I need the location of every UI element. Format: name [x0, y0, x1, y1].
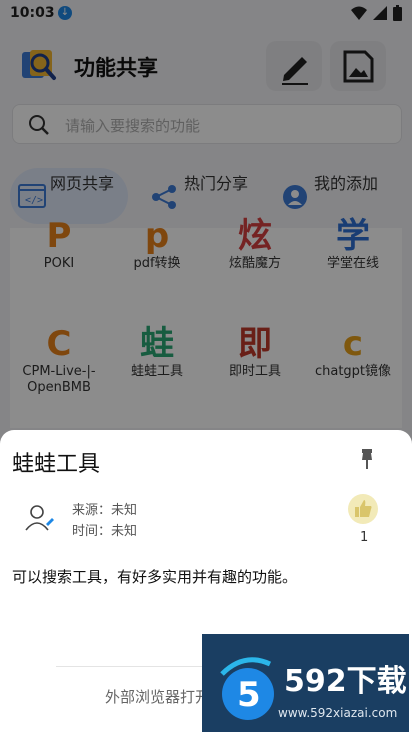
watermark: 5 592下载 www.592xiazai.com [202, 634, 409, 732]
svg-text:5: 5 [237, 675, 261, 715]
open-in-browser-button[interactable]: 外部浏览器打开 [105, 686, 210, 707]
watermark-url: www.592xiazai.com [278, 706, 398, 720]
source-label: 来源：未知 [72, 503, 138, 518]
watermark-logo-icon: 5 [220, 657, 274, 720]
meta-info: 来源：未知 时间：未知 [72, 500, 137, 542]
time-label: 时间：未知 [72, 524, 138, 539]
watermark-brand: 592下载 [284, 664, 407, 699]
dialog-title: 蛙蛙工具 [12, 452, 101, 477]
dialog-description: 可以搜索工具，有好多实用并有趣的功能。 [12, 568, 298, 586]
pin-icon[interactable] [360, 448, 374, 470]
like-count: 1 [360, 530, 369, 545]
thumbs-up-icon [355, 500, 372, 517]
like-button[interactable] [348, 494, 378, 524]
user-avatar-icon [25, 505, 54, 531]
